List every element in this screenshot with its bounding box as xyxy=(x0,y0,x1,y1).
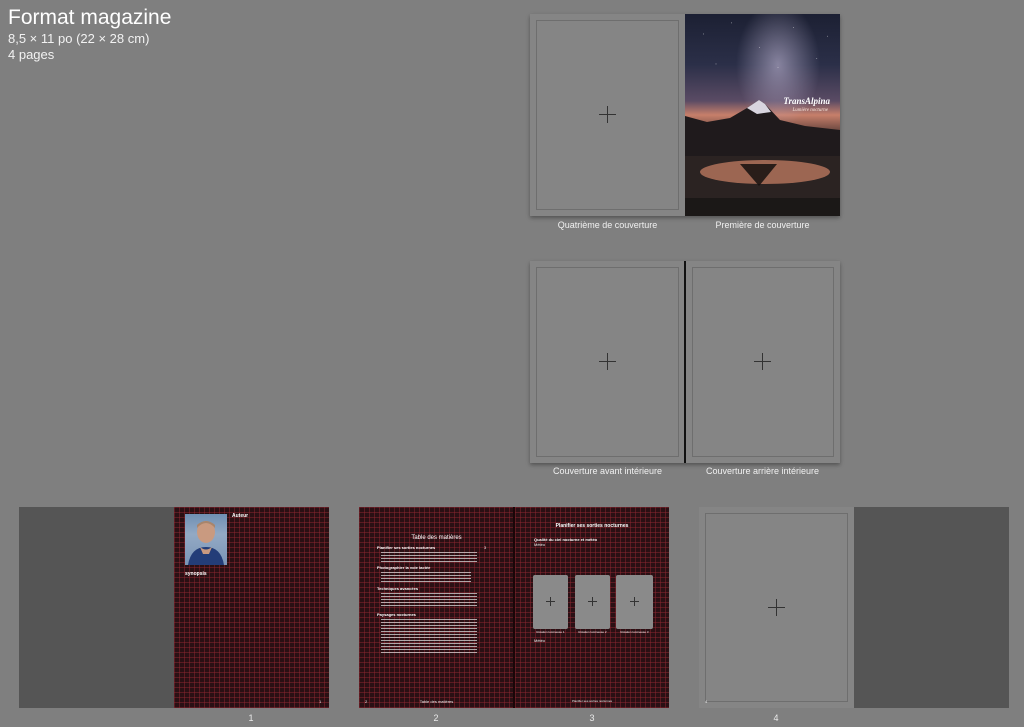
blank-right-side xyxy=(854,507,1009,708)
toc-entry-line xyxy=(381,622,477,623)
toc-section-heading: Photographier la voie lactée xyxy=(377,565,431,570)
page4-spread: 4 xyxy=(699,507,1009,708)
inside-back-cover-page[interactable] xyxy=(686,261,840,463)
add-photo-icon[interactable] xyxy=(768,599,785,616)
toc-entry-line xyxy=(381,561,477,562)
toc-entry-line xyxy=(381,631,477,632)
toc-section-page: 3 xyxy=(484,545,487,550)
back-cover-page[interactable] xyxy=(530,14,685,216)
page-subtitle-2[interactable]: Météo xyxy=(534,542,545,547)
toc-entry-line xyxy=(381,634,477,635)
toc-entry-line xyxy=(381,593,477,594)
toc-entry-line xyxy=(381,578,471,579)
toc-entry-line xyxy=(381,581,471,582)
synopsis-label[interactable]: synopsis xyxy=(185,571,207,577)
toc-entry-line xyxy=(381,637,477,638)
page-number: 4 xyxy=(773,713,779,723)
front-cover-page[interactable]: TransAlpina Lumière nocturne xyxy=(685,14,840,216)
add-photo-icon[interactable] xyxy=(754,353,771,370)
toc-entry-line xyxy=(381,605,477,606)
toc-section-heading: Paysages nocturnes xyxy=(377,612,416,617)
photo-caption[interactable]: Rotation lumineuse 2 xyxy=(575,630,610,635)
page-1[interactable]: Auteur synopsis 1 xyxy=(174,507,329,708)
front-cover-caption: Première de couverture xyxy=(715,220,810,230)
author-label[interactable]: Auteur xyxy=(232,513,248,519)
photo-placeholder[interactable] xyxy=(575,575,610,629)
add-photo-icon[interactable] xyxy=(546,597,555,606)
toc-entry-line xyxy=(381,625,477,626)
toc-entry-line xyxy=(381,640,477,641)
page-number: 2 xyxy=(433,713,439,723)
page-number: 3 xyxy=(589,713,595,723)
add-photo-icon[interactable] xyxy=(599,106,616,123)
inside-front-cover-caption: Couverture avant intérieure xyxy=(552,466,663,476)
toc-title[interactable]: Table des matières xyxy=(359,535,514,542)
toc-entry-line xyxy=(381,652,477,653)
add-photo-icon[interactable] xyxy=(630,597,639,606)
photo-caption[interactable]: Rotation lumineuse 1 xyxy=(533,630,568,635)
pages-2-3-spread: Table des matières Planifier ses sorties… xyxy=(359,507,669,708)
folio: 4 xyxy=(705,699,708,704)
toc-entry-line xyxy=(381,599,477,600)
portrait-figure xyxy=(188,521,224,565)
footer-text: Table des matières xyxy=(419,699,454,704)
page1-spread: Auteur synopsis 1 xyxy=(19,507,329,708)
toc-entry-line xyxy=(381,596,477,597)
back-cover-caption: Quatrième de couverture xyxy=(557,220,658,230)
author-photo[interactable] xyxy=(185,514,227,565)
inside-back-cover-caption: Couverture arrière intérieure xyxy=(705,466,820,476)
book-format-title: Format magazine xyxy=(8,6,172,29)
page-heading[interactable]: Planifier ses sorties nocturnes xyxy=(515,523,669,529)
toc-entry-line xyxy=(381,649,477,650)
footer-text: Planifier ses sorties nocturnes xyxy=(571,699,613,703)
photo-placeholder[interactable] xyxy=(533,575,568,629)
toc-entry-line xyxy=(381,572,471,573)
toc-section-heading: Planifier ses sorties nocturnes xyxy=(377,545,436,550)
photo-caption[interactable]: Rotation lumineuse 3 xyxy=(616,630,653,635)
toc-entry-line xyxy=(381,643,477,644)
inside-cover-spread xyxy=(530,261,840,463)
toc-entry-line xyxy=(381,555,477,556)
toc-section-heading: Techniques avancées xyxy=(377,586,419,591)
photo-placeholder[interactable] xyxy=(616,575,653,629)
body-text-label[interactable]: Météo xyxy=(534,638,545,643)
toc-entry-line xyxy=(381,602,477,603)
inside-front-cover-page[interactable] xyxy=(530,261,685,463)
cover-title[interactable]: TransAlpina xyxy=(783,96,830,106)
toc-entry-line xyxy=(381,558,477,559)
page-2[interactable]: Table des matières Planifier ses sorties… xyxy=(359,507,514,708)
cover-subtitle[interactable]: Lumière nocturne xyxy=(792,108,828,113)
toc-entry-line xyxy=(381,575,471,576)
book-size-label: 8,5 × 11 po (22 × 28 cm) xyxy=(8,31,150,46)
blank-left-side xyxy=(19,507,174,708)
add-photo-icon[interactable] xyxy=(599,353,616,370)
toc-entry-line xyxy=(381,646,477,647)
folio: 1 xyxy=(319,699,322,704)
toc-entry-line xyxy=(381,628,477,629)
page-number: 1 xyxy=(248,713,254,723)
page-4[interactable]: 4 xyxy=(699,507,854,708)
toc-entry-line xyxy=(381,552,477,553)
page-count-label: 4 pages xyxy=(8,47,55,62)
toc-entry-line xyxy=(381,619,477,620)
page-3[interactable]: Planifier ses sorties nocturnes Qualité … xyxy=(515,507,669,708)
cover-spread: TransAlpina Lumière nocturne xyxy=(530,14,840,216)
add-photo-icon[interactable] xyxy=(588,597,597,606)
